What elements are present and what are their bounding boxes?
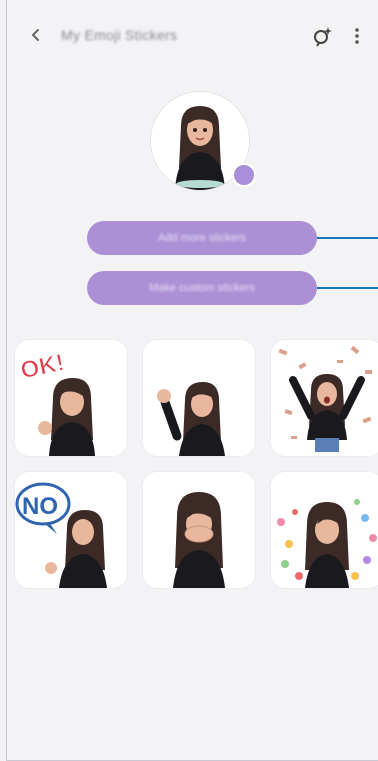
facepalm-sticker-image — [173, 492, 225, 588]
custom-stickers-button[interactable]: Make custom stickers — [87, 271, 317, 305]
app-bar: My Emoji Stickers — [7, 0, 378, 76]
ok-sticker-text: OK! — [18, 349, 67, 385]
add-stickers-label: Add more stickers — [157, 232, 247, 244]
sticker-ok[interactable]: OK! — [15, 340, 127, 456]
page-title: My Emoji Stickers — [61, 27, 178, 43]
more-options-button[interactable] — [343, 22, 371, 50]
confetti-sticker-image — [277, 499, 377, 588]
wave-sticker-image — [157, 382, 225, 456]
sparkle-emoji-button[interactable] — [309, 22, 337, 50]
app-screen: My Emoji Stickers Add more stickers Make… — [6, 0, 378, 761]
celebrate-sticker-image — [278, 345, 372, 452]
sticker-facepalm[interactable] — [143, 472, 255, 588]
ok-sticker-image: OK! — [18, 349, 95, 456]
add-stickers-button[interactable]: Add more stickers — [87, 221, 317, 255]
sticker-confetti[interactable] — [271, 472, 378, 588]
back-arrow-icon — [31, 29, 39, 41]
no-sticker-text: NO — [22, 493, 58, 520]
no-sticker-image: NO — [15, 482, 107, 588]
back-button[interactable] — [23, 22, 49, 48]
callout-line — [317, 287, 378, 289]
more-options-icon — [355, 28, 359, 44]
custom-stickers-label: Make custom stickers — [149, 282, 255, 294]
sticker-celebrate[interactable] — [271, 340, 378, 456]
sticker-no[interactable]: NO — [15, 472, 127, 588]
sticker-wave[interactable] — [143, 340, 255, 456]
sparkle-emoji-icon — [314, 27, 332, 47]
edit-badge-icon[interactable] — [232, 163, 256, 187]
callout-line — [317, 237, 378, 239]
